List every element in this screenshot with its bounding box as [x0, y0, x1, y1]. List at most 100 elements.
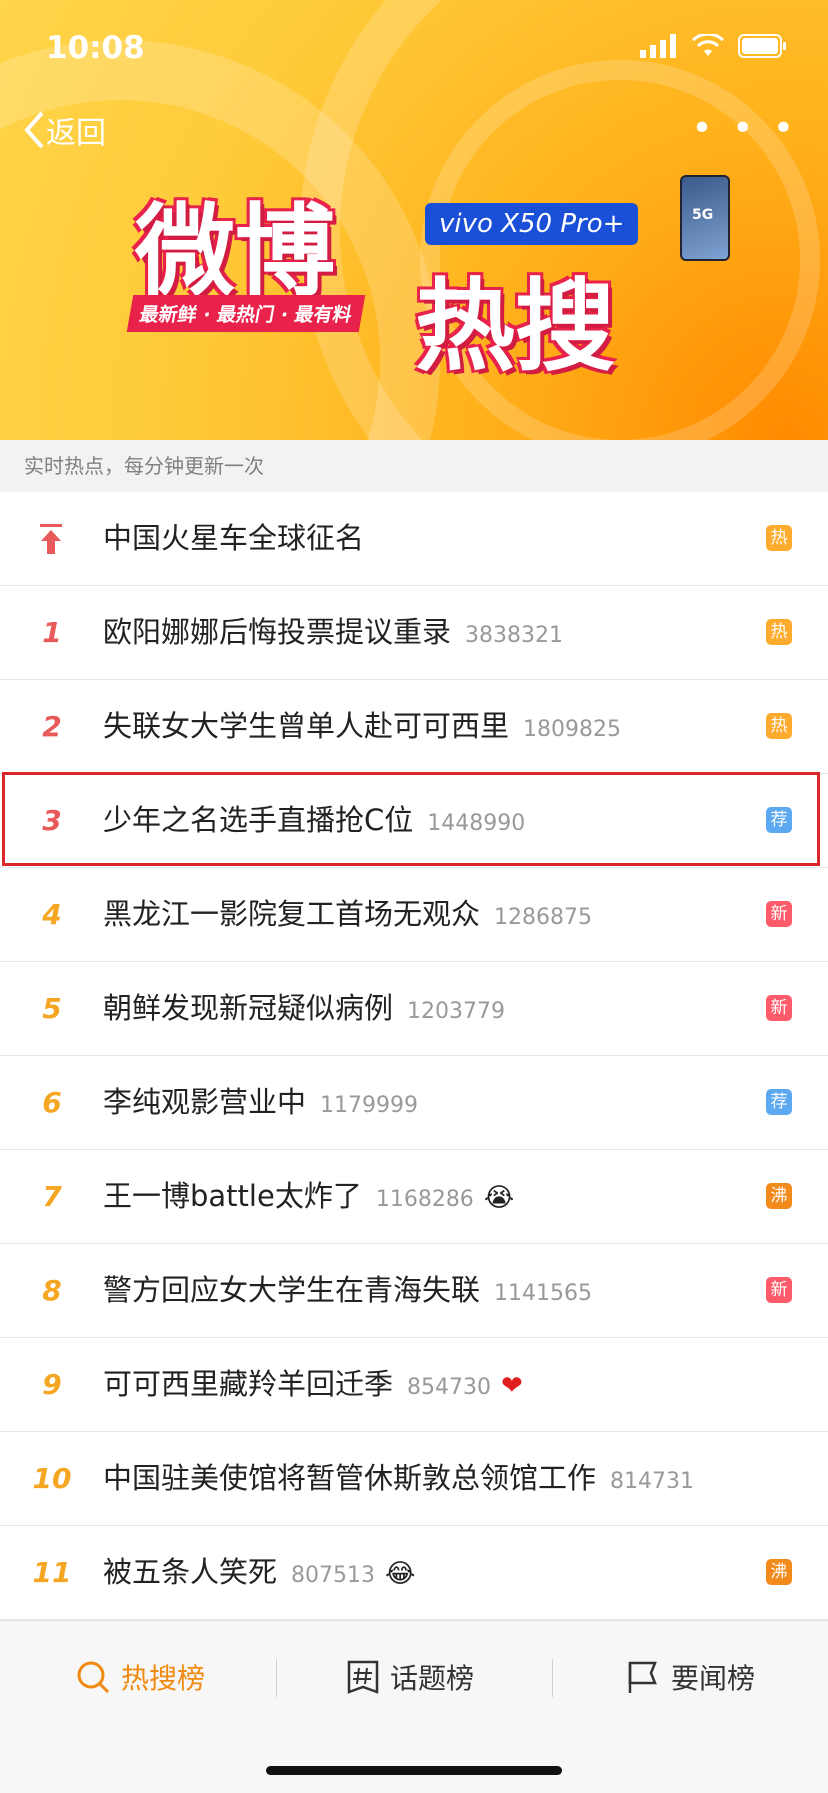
logo-weibo-text: 微博 — [135, 193, 335, 310]
row-title: 失联女大学生曾单人赴可可西里 1809825 — [103, 680, 621, 773]
row-heat-count: 1141565 — [494, 1281, 592, 1306]
hot-search-row[interactable]: 5 朝鲜发现新冠疑似病例 1203779 新 — [0, 962, 828, 1056]
rank-number: 10 — [32, 1462, 72, 1495]
row-title-text: 少年之名选手直播抢C位 — [103, 803, 414, 837]
logo-resou-text: 热搜 — [415, 268, 615, 385]
row-badge: 沸 — [766, 1559, 792, 1585]
row-emoji: ❤ — [501, 1371, 523, 1401]
hot-search-row[interactable]: 4 黑龙江一影院复工首场无观众 1286875 新 — [0, 868, 828, 962]
row-title: 被五条人笑死 807513 😂 — [103, 1526, 415, 1619]
row-title-text: 失联女大学生曾单人赴可可西里 — [103, 709, 510, 743]
row-badge: 热 — [766, 713, 792, 739]
tab-news[interactable]: 要闻榜 — [585, 1621, 795, 1733]
row-heat-count: 3838321 — [465, 623, 563, 648]
rank-number: 6 — [42, 1086, 62, 1119]
hot-search-row[interactable]: 10 中国驻美使馆将暂管休斯敦总领馆工作 814731 — [0, 1432, 828, 1526]
weibo-hot-search-logo: 微博 热搜 vivo X50 Pro+ 最新鲜 · 最热门 · 最有料 — [126, 175, 735, 385]
row-title: 可可西里藏羚羊回迁季 854730 ❤ — [103, 1338, 523, 1431]
row-title-text: 黑龙江一影院复工首场无观众 — [103, 897, 481, 931]
row-badge: 荐 — [766, 1089, 792, 1115]
rank-number: 8 — [42, 1274, 62, 1307]
row-heat-count: 1448990 — [427, 811, 526, 836]
bottom-tab-bar: 热搜榜 话题榜 要闻榜 — [0, 1620, 828, 1793]
rank-number: 1 — [42, 616, 62, 649]
hot-search-row[interactable]: 8 警方回应女大学生在青海失联 1141565 新 — [0, 1244, 828, 1338]
row-title: 王一博battle太炸了 1168286 😭 — [103, 1150, 514, 1243]
banner-slogan: 最新鲜 · 最热门 · 最有料 — [126, 295, 366, 332]
rank-number: 2 — [42, 710, 62, 743]
search-hot-icon — [77, 1661, 110, 1694]
row-title: 中国驻美使馆将暂管休斯敦总领馆工作 814731 — [103, 1432, 694, 1525]
rank-number: 5 — [42, 992, 62, 1025]
row-title: 黑龙江一影院复工首场无观众 1286875 — [103, 868, 592, 961]
row-emoji: 😭 — [483, 1183, 515, 1213]
hot-search-row[interactable]: 1 欧阳娜娜后悔投票提议重录 3838321 热 — [0, 586, 828, 680]
back-label: 返回 — [46, 116, 106, 151]
hot-search-row[interactable]: 7 王一博battle太炸了 1168286 😭 沸 — [0, 1150, 828, 1244]
hot-search-list: 中国火星车全球征名热 1 欧阳娜娜后悔投票提议重录 3838321 热 2 失联女大学生曾单… — [0, 492, 828, 1620]
row-title: 少年之名选手直播抢C位 1448990 — [103, 774, 525, 867]
more-button[interactable]: • • • — [691, 108, 798, 149]
row-title: 中国火星车全球征名 — [103, 492, 364, 585]
hot-search-row[interactable]: 2 失联女大学生曾单人赴可可西里 1809825 热 — [0, 680, 828, 774]
row-badge: 新 — [766, 901, 792, 927]
row-heat-count: 1168286 — [375, 1187, 474, 1212]
row-badge: 沸 — [766, 1183, 792, 1209]
row-title: 欧阳娜娜后悔投票提议重录 3838321 — [103, 586, 563, 679]
wifi-icon — [692, 34, 724, 56]
row-title-text: 中国驻美使馆将暂管休斯敦总领馆工作 — [103, 1461, 597, 1495]
row-heat-count: 1286875 — [494, 905, 592, 930]
row-heat-count: 1809825 — [523, 717, 621, 742]
row-title-text: 可可西里藏羚羊回迁季 — [103, 1367, 394, 1401]
row-title-text: 中国火星车全球征名 — [103, 521, 365, 555]
hot-search-row[interactable]: 3 少年之名选手直播抢C位 1448990 荐 — [0, 774, 828, 868]
tab-news-label: 要闻榜 — [670, 1662, 755, 1695]
tab-hot-search-label: 热搜榜 — [120, 1662, 205, 1695]
row-title-text: 王一博battle太炸了 — [103, 1179, 362, 1213]
hot-search-banner: 10:08 返回 • • • 微博 热搜 vivo X50 Pro+ 最新鲜 ·… — [0, 0, 828, 440]
home-indicator[interactable] — [266, 1766, 562, 1775]
hashtag-icon — [347, 1660, 379, 1694]
hot-search-row[interactable]: 11 被五条人笑死 807513 😂 沸 — [0, 1526, 828, 1620]
pinned-top-icon — [40, 524, 62, 554]
tab-topics-label: 话题榜 — [389, 1662, 474, 1695]
status-bar: 10:08 — [0, 0, 828, 100]
row-title: 李纯观影营业中 1179999 — [103, 1056, 418, 1149]
row-heat-count: 1203779 — [407, 999, 505, 1024]
rank-number: 3 — [42, 804, 62, 837]
list-subheader: 实时热点，每分钟更新一次 — [0, 440, 828, 492]
tab-topics[interactable]: 话题榜 — [310, 1621, 510, 1733]
row-badge: 新 — [766, 1277, 792, 1303]
battery-icon — [738, 34, 786, 58]
status-time: 10:08 — [46, 30, 145, 66]
row-badge: 热 — [766, 525, 792, 551]
sponsor-phone-image: 5G — [680, 175, 730, 261]
back-button[interactable]: 返回 — [22, 108, 106, 152]
rank-number: 11 — [32, 1556, 72, 1589]
chevron-left-icon — [24, 111, 44, 149]
rank-number: 4 — [42, 898, 62, 931]
hot-search-row[interactable]: 9 可可西里藏羚羊回迁季 854730 ❤ — [0, 1338, 828, 1432]
rank-number: 7 — [42, 1180, 62, 1213]
row-badge: 新 — [766, 995, 792, 1021]
news-flag-icon — [628, 1661, 657, 1693]
row-badge: 荐 — [766, 807, 792, 833]
row-badge: 热 — [766, 619, 792, 645]
row-title: 警方回应女大学生在青海失联 1141565 — [103, 1244, 592, 1337]
row-heat-count: 814731 — [610, 1469, 694, 1494]
hot-search-row[interactable]: 6 李纯观影营业中 1179999 荐 — [0, 1056, 828, 1150]
row-emoji: 😂 — [385, 1559, 416, 1589]
row-title-text: 李纯观影营业中 — [103, 1085, 307, 1119]
row-title-text: 被五条人笑死 — [103, 1555, 278, 1589]
row-heat-count: 807513 — [291, 1563, 375, 1588]
hot-search-row[interactable]: 中国火星车全球征名 热 — [0, 492, 828, 586]
row-heat-count: 1179999 — [320, 1093, 418, 1118]
tab-hot-search[interactable]: 热搜榜 — [40, 1621, 240, 1733]
sponsor-badge: vivo X50 Pro+ — [425, 203, 639, 245]
signal-icon — [640, 34, 676, 58]
phone-tag: 5G — [692, 207, 714, 223]
row-title-text: 朝鲜发现新冠疑似病例 — [103, 991, 394, 1025]
row-title-text: 欧阳娜娜后悔投票提议重录 — [103, 615, 452, 649]
row-title-text: 警方回应女大学生在青海失联 — [103, 1273, 481, 1307]
row-heat-count: 854730 — [407, 1375, 491, 1400]
